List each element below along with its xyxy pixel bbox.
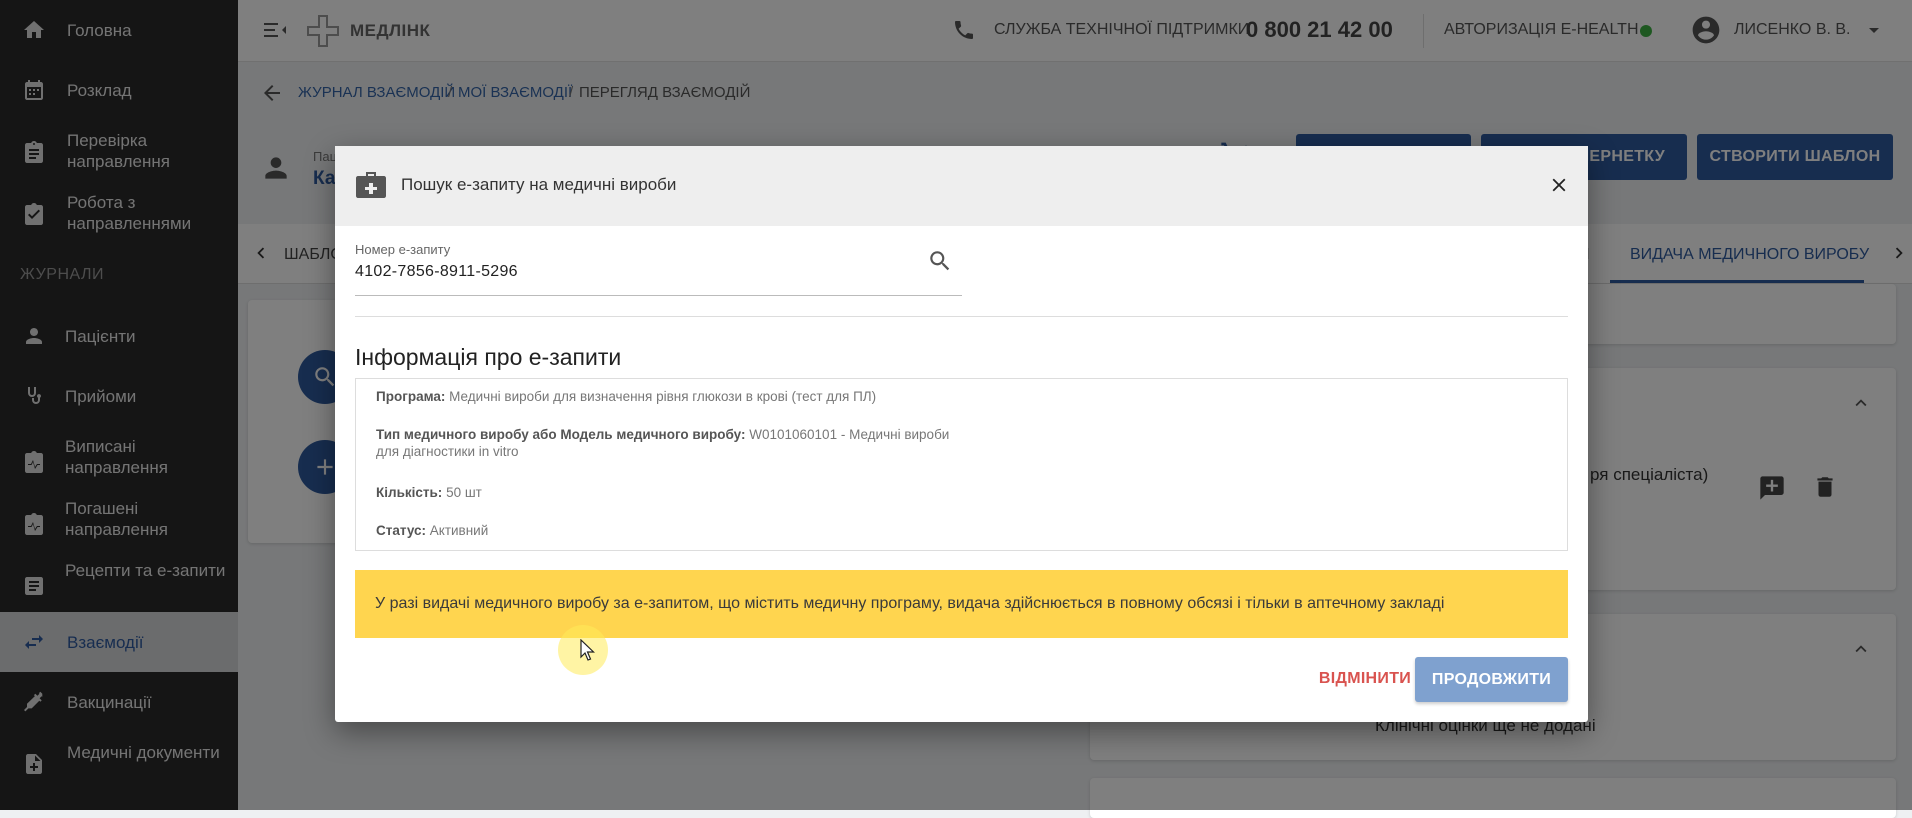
mouse-pointer-icon: [580, 638, 596, 666]
info-status: Статус: Активний: [376, 522, 976, 539]
search-icon[interactable]: [927, 248, 953, 279]
info-label: Тип медичного виробу або Модель медичног…: [376, 427, 746, 442]
continue-button[interactable]: ПРОДОВЖИТИ: [1415, 657, 1568, 702]
search-request-dialog: Пошук е-запиту на медичні вироби Номер е…: [335, 146, 1588, 722]
divider: [355, 316, 1568, 317]
info-label: Статус:: [376, 523, 426, 538]
request-info-box: Програма: Медичні вироби для визначення …: [355, 378, 1568, 551]
info-device-type: Тип медичного виробу або Модель медичног…: [376, 426, 956, 460]
info-program: Програма: Медичні вироби для визначення …: [376, 388, 976, 405]
info-value: Медичні вироби для визначення рівня глюк…: [449, 389, 877, 404]
dialog-header: Пошук е-запиту на медичні вироби: [335, 146, 1588, 226]
info-value: 50 шт: [446, 485, 482, 500]
cancel-button[interactable]: ВІДМІНИТИ: [1295, 656, 1435, 702]
request-number-input[interactable]: 4102-7856-8911-5296: [355, 263, 518, 281]
info-label: Програма:: [376, 389, 446, 404]
input-underline: [355, 295, 962, 296]
info-value: Активний: [429, 523, 489, 538]
info-quantity: Кількість: 50 шт: [376, 484, 976, 501]
info-section-title: Інформація про е-запити: [355, 344, 622, 370]
dialog-title: Пошук е-запиту на медичні вироби: [401, 175, 677, 194]
close-icon[interactable]: [1544, 170, 1574, 200]
request-number-label: Номер е-запиту: [355, 242, 451, 257]
info-label: Кількість:: [376, 485, 443, 500]
warning-banner: У разі видачі медичного виробу за е-запи…: [355, 570, 1568, 638]
medical-kit-icon: [355, 170, 387, 205]
